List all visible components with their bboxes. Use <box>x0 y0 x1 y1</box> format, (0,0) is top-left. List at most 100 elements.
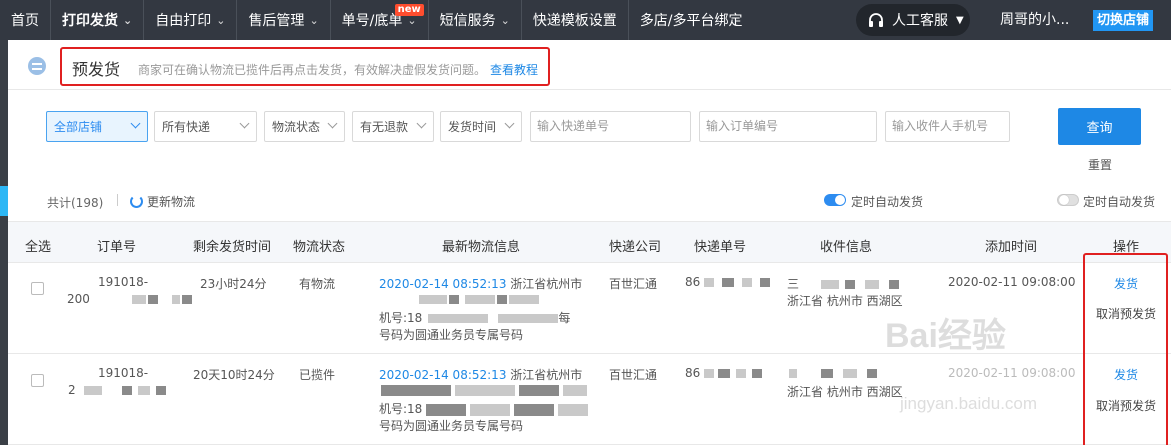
nav-print-ship-label: 打印发货 <box>62 13 118 29</box>
store-select-value: 全部店铺 <box>54 120 103 134</box>
redacted <box>845 280 856 289</box>
page-title: 预发货 <box>72 60 121 79</box>
latest-info-line1: 2020-02-14 08:52:13 浙江省杭州市 <box>379 275 582 292</box>
express-select[interactable]: 所有快递 <box>154 111 257 142</box>
refund-select[interactable]: 有无退款 <box>352 111 434 142</box>
ship-button[interactable]: 发货 <box>1114 366 1138 383</box>
redacted <box>718 369 731 378</box>
tracking-number: 86 <box>685 275 771 289</box>
nav-after-sales[interactable]: 售后管理 ⌄ <box>237 0 331 40</box>
order-number-line2: 200 <box>67 292 192 306</box>
user-name[interactable]: 周哥的小... <box>1000 0 1069 40</box>
header-receiver: 收件信息 <box>820 240 873 255</box>
main-content: 预发货 商家可在确认物流已揽件后再点击发货，有效解决虚假发货问题。 查看教程 全… <box>8 40 1171 445</box>
header-latest-info: 最新物流信息 <box>442 240 521 255</box>
ship-button[interactable]: 发货 <box>1114 275 1138 292</box>
nav-tracking-records[interactable]: 单号/底单 ⌄ new <box>331 0 429 40</box>
receiver-name-partial: 三 <box>787 277 800 291</box>
receiver-line1: 三 <box>787 275 900 292</box>
info-time: 2020-02-14 08:52:13 <box>379 277 507 291</box>
divider <box>117 194 118 206</box>
cancel-pre-ship-button[interactable]: 取消预发货 <box>1096 305 1156 322</box>
order-number-input[interactable]: 输入订单编号 <box>699 111 877 142</box>
redacted <box>742 278 753 287</box>
redacted <box>419 295 447 304</box>
latest-info-line2 <box>379 292 539 306</box>
added-time: 2020-02-11 09:08:00 <box>948 366 1076 380</box>
carrier-name: 百世汇通 <box>609 368 658 382</box>
redacted <box>704 278 715 287</box>
redacted <box>449 295 459 304</box>
toggle-knob <box>1059 195 1069 205</box>
page-header: 预发货 商家可在确认物流已揽件后再点击发货，有效解决虚假发货问题。 查看教程 <box>8 40 1171 90</box>
cancel-pre-ship-button[interactable]: 取消预发货 <box>1096 397 1156 414</box>
order-number-partial: 2 <box>68 383 76 397</box>
redacted <box>704 369 715 378</box>
latest-info-line4: 号码为圆通业务员专属号码 <box>379 328 524 342</box>
refresh-logistics-label: 更新物流 <box>147 195 196 209</box>
redacted <box>381 385 451 396</box>
chevron-down-icon <box>239 118 250 129</box>
nav-tracking-records-label: 单号/底单 <box>341 13 403 29</box>
left-sidebar-strip <box>0 0 8 445</box>
redacted <box>137 386 150 395</box>
receiver-address: 浙江省 杭州市 西湖区 <box>787 294 903 308</box>
switch-store-button[interactable]: 切换店铺 <box>1093 10 1154 31</box>
new-badge: new <box>394 4 424 16</box>
nav-home-label: 首页 <box>11 13 39 29</box>
nav-multi-store[interactable]: 多店/多平台绑定 <box>629 0 754 40</box>
redacted <box>147 295 158 304</box>
watermark-url: jingyan.baidu.com <box>900 394 1038 413</box>
row-checkbox[interactable] <box>31 374 44 387</box>
redacted <box>736 369 747 378</box>
info-time: 2020-02-14 08:52:13 <box>379 368 507 382</box>
redacted <box>465 295 495 304</box>
nav-sms-service[interactable]: 短信服务 ⌄ <box>429 0 522 40</box>
redacted <box>843 369 857 378</box>
logistics-status-select[interactable]: 物流状态 <box>264 111 345 142</box>
nav-express-template[interactable]: 快递模板设置 <box>522 0 629 40</box>
refund-select-value: 有无退款 <box>360 120 409 134</box>
chevron-down-icon: ⌄ <box>216 13 226 27</box>
redacted <box>865 280 880 289</box>
carrier-name: 百世汇通 <box>609 277 658 291</box>
redacted <box>889 280 900 289</box>
row-checkbox[interactable] <box>31 282 44 295</box>
redacted <box>131 295 146 304</box>
ship-time-select[interactable]: 发货时间 <box>440 111 522 142</box>
redacted <box>519 385 559 396</box>
info-location: 浙江省杭州市 <box>510 277 583 291</box>
added-time: 2020-02-11 09:08:00 <box>948 275 1076 289</box>
redacted <box>867 369 877 378</box>
top-navigation: 首页 打印发货 ⌄ 自由打印 ⌄ 售后管理 ⌄ 单号/底单 ⌄ new 短信服务 ⌄ 快递模… <box>0 0 1171 40</box>
pre-ship-icon <box>28 57 46 75</box>
store-select[interactable]: 全部店铺 <box>46 111 148 142</box>
tutorial-link[interactable]: 查看教程 <box>490 61 538 78</box>
auto-ship-toggle-off[interactable] <box>1057 194 1079 206</box>
chevron-down-icon: ⌄ <box>123 13 133 27</box>
receiver-phone-input[interactable]: 输入收件人手机号 <box>885 111 1010 142</box>
remaining-time: 20天10时24分 <box>193 368 275 382</box>
tracking-number-partial: 86 <box>685 275 701 289</box>
redacted <box>83 386 102 395</box>
logistics-status: 已揽件 <box>299 368 336 382</box>
auto-ship-toggle-on[interactable] <box>824 194 846 206</box>
query-button[interactable]: 查询 <box>1058 108 1141 145</box>
nav-free-print[interactable]: 自由打印 ⌄ <box>144 0 238 40</box>
reset-button[interactable]: 重置 <box>1088 156 1112 173</box>
header-select-all[interactable]: 全选 <box>25 236 51 255</box>
redacted <box>821 280 840 289</box>
total-count: 共计(198) <box>47 196 104 210</box>
order-number-line1: 191018- <box>98 275 149 289</box>
customer-service-button[interactable]: 人工客服 ▼ <box>856 4 970 36</box>
table-header: 全选 订单号 剩余发货时间 物流状态 最新物流信息 快递公司 快递单号 收件信息… <box>8 221 1171 263</box>
nav-home[interactable]: 首页 <box>0 0 51 40</box>
redacted <box>428 314 489 323</box>
refresh-logistics-button[interactable]: 更新物流 <box>130 193 195 210</box>
redacted <box>821 369 833 378</box>
redacted <box>121 386 132 395</box>
nav-print-ship[interactable]: 打印发货 ⌄ <box>51 0 145 40</box>
tracking-number-input[interactable]: 输入快递单号 <box>530 111 691 142</box>
redacted <box>722 278 735 287</box>
latest-info-line4: 号码为圆通业务员专属号码 <box>379 419 524 433</box>
